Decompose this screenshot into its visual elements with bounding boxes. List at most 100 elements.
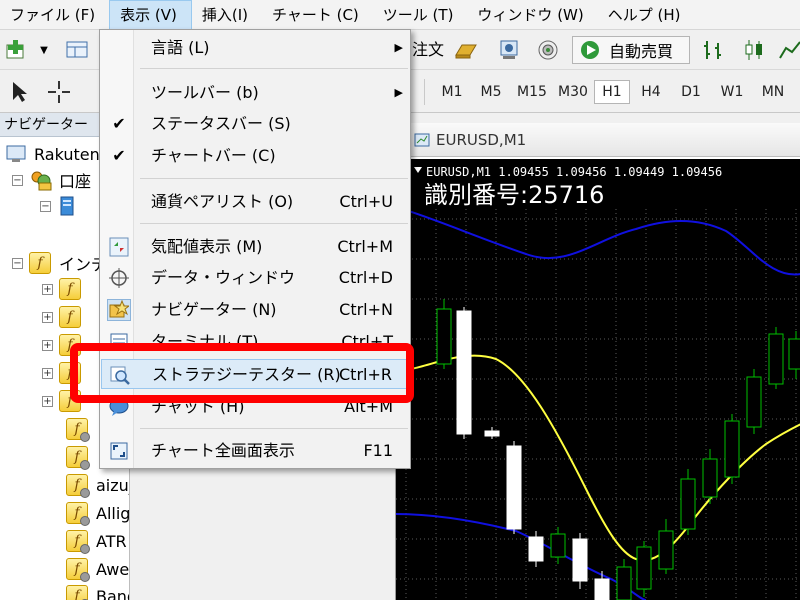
auto-trading-button[interactable]: 自動売買 [572,36,690,64]
timeframe-m15[interactable]: M15 [512,80,552,104]
expand-icon[interactable]: + [42,339,53,351]
menu-item-label: 気配値表示 (M) [151,237,263,256]
tree-indicator-atr[interactable]: f ATR [66,528,127,554]
chart-window-titlebar[interactable]: EURUSD,M1 [396,123,800,157]
collapse-icon[interactable]: − [12,174,23,186]
chevron-down-icon[interactable]: ▼ [34,38,54,62]
gold-bar-icon[interactable] [452,37,480,63]
crosshair-icon [107,267,131,289]
menu-item-label: チャートバー (C) [151,146,276,165]
bar-chart-icon[interactable] [700,37,728,63]
timeframe-h1[interactable]: H1 [594,80,630,104]
menu-item-data-window[interactable]: データ・ウィンドウ Ctrl+D [101,263,409,293]
menu-item-shortcut: Ctrl+D [338,268,393,287]
menu-item-toolbars[interactable]: ツールバー (b) ▶ [101,78,409,108]
tree-indicator-awesome[interactable]: f Awesome [66,556,129,582]
menu-item-chart-bar[interactable]: ✔ チャートバー (C) [101,141,409,171]
order-label[interactable]: 注文 [412,39,444,61]
fullscreen-icon [107,440,131,462]
candle-body [746,376,762,428]
timeframe-w1[interactable]: W1 [714,80,750,104]
indicator-label: Alligator [96,503,130,523]
timeframe-mn[interactable]: MN [754,80,792,104]
menu-item-label: ツールバー (b) [151,83,259,102]
menu-item-label: 言語 (L) [151,38,210,57]
tree-root[interactable]: Rakuten [6,141,100,167]
collapse-icon[interactable]: − [12,257,23,269]
indicator-label: Bands [96,586,129,600]
chart-canvas[interactable]: EURUSD,M1 1.09455 1.09456 1.09449 1.0945… [396,159,800,600]
menu-item-label: チャート全画面表示 [151,441,295,460]
menu-item-status-bar[interactable]: ✔ ステータスバー (S) [101,109,409,139]
timeframe-h4[interactable]: H4 [634,80,668,104]
indicator-label: aizu_test [96,475,129,495]
expand-icon[interactable]: + [42,367,53,379]
line-chart-icon[interactable] [778,37,800,63]
candle-body [528,536,544,562]
navigator-icon [107,299,131,321]
menu-item-navigator[interactable]: ナビゲーター (N) Ctrl+N [101,295,409,325]
crosshair-tool-icon[interactable] [44,79,74,105]
menu-tools[interactable]: ツール (T) [373,0,468,30]
indicator-icon: f [66,446,90,470]
tree-root-label: Rakuten [34,144,100,164]
cursor-icon[interactable] [6,79,32,105]
tree-indicator[interactable]: f [66,444,96,470]
tree-indicator-group[interactable]: + f [42,276,89,302]
menu-file[interactable]: ファイル (F) [0,0,109,30]
tree-account-item[interactable]: − [40,193,85,219]
chart-symbol-dropdown-icon[interactable] [414,167,422,173]
chart-overlay-text: 識別番号:25716 [424,181,604,209]
candle-body [724,420,740,478]
timeframe-d1[interactable]: D1 [674,80,708,104]
collapse-icon[interactable]: − [40,200,51,212]
candle-body [436,308,452,365]
indicator-icon: f [66,502,90,526]
menu-help[interactable]: ヘルプ (H) [598,0,695,30]
indicator-icon: f [59,278,81,300]
menu-item-symbols[interactable]: 通貨ペアリスト (O) Ctrl+U [101,187,409,217]
navigator-title: ナビゲーター [4,117,88,133]
tree-indicator-alligator[interactable]: f Alligator [66,500,130,526]
quotes-icon [107,236,131,258]
menu-window[interactable]: ウィンドウ (W) [467,0,597,30]
expand-icon[interactable]: + [42,283,53,295]
market-watch-icon[interactable] [534,37,562,63]
timeframe-m30[interactable]: M30 [554,80,592,104]
view-menu-dropdown: 言語 (L) ▶ ツールバー (b) ▶ ✔ ステータスバー (S) ✔ チャー… [99,29,411,469]
candle-body [788,338,800,370]
price-chart[interactable]: EURUSD,M1 1.09455 1.09456 1.09449 1.0945… [396,159,800,600]
accounts-icon [31,171,52,191]
toolbar-divider [424,79,425,105]
menu-item-language[interactable]: 言語 (L) ▶ [101,33,409,63]
tree-accounts[interactable]: − 口座 [12,167,91,193]
tree-indicator[interactable]: f [66,416,96,442]
upper-band-line [396,206,800,276]
menu-item-fullscreen[interactable]: チャート全画面表示 F11 [101,436,409,466]
menu-separator [140,428,408,429]
candlestick-icon[interactable] [740,37,768,63]
tree-indicator-aizu-test[interactable]: f aizu_test [66,472,129,498]
menu-item-market-watch[interactable]: 気配値表示 (M) Ctrl+M [101,232,409,262]
candle-body [636,546,652,590]
timeframe-m1[interactable]: M1 [434,80,470,104]
tree-accounts-label: 口座 [59,172,92,191]
timeframe-m5[interactable]: M5 [474,80,508,104]
menu-view[interactable]: 表示 (V) [109,0,192,30]
expand-icon[interactable]: + [42,311,53,323]
auto-trading-label: 自動売買 [609,42,674,61]
signals-icon[interactable] [496,37,524,63]
profiles-icon[interactable] [64,38,92,62]
candle-body [658,530,674,570]
expand-icon[interactable]: + [42,395,53,407]
chart-window-icon [414,133,430,147]
auto-trading-icon [581,41,599,59]
new-chart-icon[interactable] [4,38,30,62]
candle-body [506,445,522,530]
tree-indicator-group[interactable]: + f [42,304,89,330]
menu-chart[interactable]: チャート (C) [262,0,373,30]
tree-indicator-bands[interactable]: f Bands [66,583,129,600]
candle-body [550,533,566,558]
menu-insert[interactable]: 挿入(I) [192,0,262,30]
candle-body [572,538,588,582]
